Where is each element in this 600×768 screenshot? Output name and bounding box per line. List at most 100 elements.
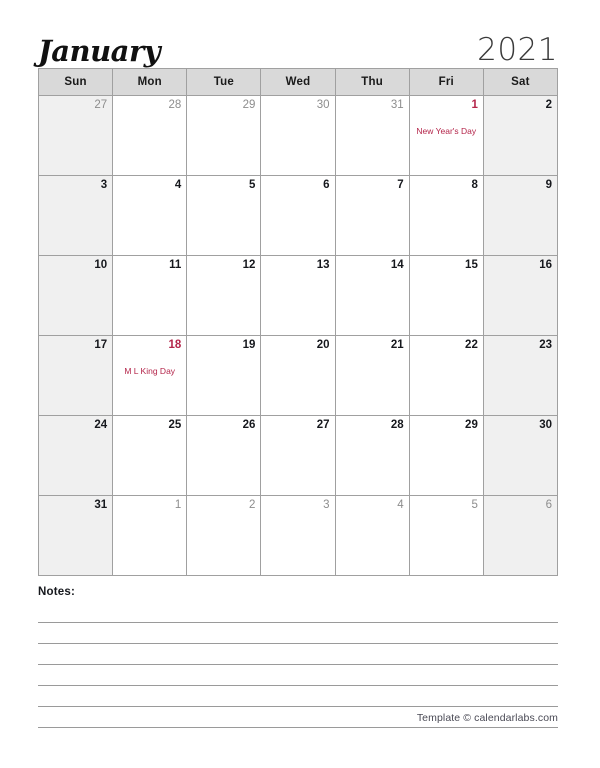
day-number: 15	[465, 259, 478, 271]
day-number: 20	[316, 339, 330, 351]
day-number: 24	[94, 419, 108, 431]
day-number: 19	[242, 339, 256, 351]
weekday-header-sun: Sun	[37, 68, 114, 96]
calendar-day-cell[interactable]: 7	[334, 175, 410, 256]
calendar-day-cell[interactable]: 1	[112, 495, 188, 576]
calendar-day-cell[interactable]: 18 M L King Day	[112, 335, 188, 416]
weekday-header-row: Sun Mon Tue Wed Thu Fri Sat	[37, 68, 559, 96]
day-number: 6	[545, 499, 552, 511]
day-number: 27	[316, 419, 330, 431]
day-number: 9	[545, 179, 552, 191]
day-number: 27	[94, 99, 108, 111]
notes-lines[interactable]	[38, 602, 558, 728]
day-number: 7	[397, 179, 404, 191]
weekday-header-wed: Wed	[260, 68, 336, 96]
month-title: January	[38, 34, 161, 68]
weekday-header-tue: Tue	[186, 68, 262, 96]
calendar-week-row: 10 11 12 13 14 15 16	[37, 255, 559, 336]
calendar-day-cell[interactable]: 17	[37, 335, 114, 416]
calendar-day-cell[interactable]: 19	[186, 335, 262, 416]
day-number: 6	[323, 179, 330, 191]
calendar-day-cell[interactable]: 21	[334, 335, 410, 416]
calendar-day-cell[interactable]: 23	[482, 335, 559, 416]
day-number: 18	[168, 339, 182, 351]
notes-line[interactable]	[38, 665, 558, 686]
notes-line[interactable]	[38, 644, 558, 665]
calendar-week-row: 17 18 M L King Day 19 20 21 22 23	[37, 335, 559, 416]
calendar-day-cell[interactable]: 2	[482, 95, 559, 176]
calendar-week-row: 31 1 2 3 4 5 6	[37, 495, 559, 576]
calendar-day-cell[interactable]: 24	[37, 415, 114, 496]
calendar-day-cell[interactable]: 20	[260, 335, 336, 416]
day-number: 31	[94, 499, 108, 511]
calendar-day-cell[interactable]: 1 New Year's Day	[408, 95, 484, 176]
calendar-day-cell[interactable]: 31	[334, 95, 410, 176]
calendar-day-cell[interactable]: 2	[186, 495, 262, 576]
day-number: 23	[539, 339, 552, 351]
day-number: 5	[471, 499, 478, 511]
footer-credit: Template © calendarlabs.com	[416, 712, 558, 724]
calendar-day-cell[interactable]: 15	[408, 255, 484, 336]
calendar-day-cell[interactable]: 31	[37, 495, 114, 576]
calendar-day-cell[interactable]: 28	[112, 95, 188, 176]
calendar-day-cell[interactable]: 3	[37, 175, 114, 256]
calendar-day-cell[interactable]: 5	[408, 495, 484, 576]
calendar-day-cell[interactable]: 30	[482, 415, 559, 496]
notes-section: Notes:	[38, 586, 558, 728]
calendar-week-row: 24 25 26 27 28 29 30	[37, 415, 559, 496]
day-number: 28	[390, 419, 404, 431]
calendar-day-cell[interactable]: 5	[186, 175, 262, 256]
calendar-day-cell[interactable]: 26	[186, 415, 262, 496]
day-number: 25	[168, 419, 182, 431]
calendar-day-cell[interactable]: 11	[112, 255, 188, 336]
calendar-day-cell[interactable]: 29	[408, 415, 484, 496]
calendar-day-cell[interactable]: 6	[482, 495, 559, 576]
notes-label: Notes:	[38, 586, 75, 598]
day-number: 29	[465, 419, 478, 431]
calendar-day-cell[interactable]: 14	[334, 255, 410, 336]
day-number: 3	[323, 499, 330, 511]
day-number: 12	[242, 259, 256, 271]
calendar-day-cell[interactable]: 4	[112, 175, 188, 256]
calendar-day-cell[interactable]: 30	[260, 95, 336, 176]
day-number: 16	[539, 259, 552, 271]
day-number: 11	[169, 259, 182, 271]
day-number: 22	[465, 339, 478, 351]
calendar-day-cell[interactable]: 22	[408, 335, 484, 416]
calendar-day-cell[interactable]: 12	[186, 255, 262, 336]
day-number: 30	[539, 419, 552, 431]
weekday-header-fri: Fri	[408, 68, 484, 96]
day-number: 4	[397, 499, 404, 511]
notes-line[interactable]	[38, 602, 558, 623]
calendar-day-cell[interactable]: 27	[260, 415, 336, 496]
calendar-grid: Sun Mon Tue Wed Thu Fri Sat 27 28 29 30 31 1 New Yea…	[37, 68, 559, 576]
holiday-event-label: M L King Day	[124, 365, 176, 376]
day-number: 31	[390, 99, 404, 111]
calendar-day-cell[interactable]: 13	[260, 255, 336, 336]
calendar-day-cell[interactable]: 27	[37, 95, 114, 176]
calendar-header: January 2021	[38, 26, 558, 66]
calendar-day-cell[interactable]: 3	[260, 495, 336, 576]
notes-line[interactable]	[38, 686, 558, 707]
calendar-day-cell[interactable]: 10	[37, 255, 114, 336]
weekday-header-mon: Mon	[112, 68, 188, 96]
day-number: 29	[242, 99, 256, 111]
day-number: 30	[316, 99, 330, 111]
calendar-day-cell[interactable]: 4	[334, 495, 410, 576]
calendar-day-cell[interactable]: 16	[482, 255, 559, 336]
day-number: 26	[242, 419, 256, 431]
year-title: 2021	[477, 32, 558, 68]
day-number: 8	[471, 179, 478, 191]
day-number: 13	[316, 259, 330, 271]
day-number: 10	[94, 259, 108, 271]
calendar-day-cell[interactable]: 8	[408, 175, 484, 256]
calendar-day-cell[interactable]: 29	[186, 95, 262, 176]
calendar-day-cell[interactable]: 25	[112, 415, 188, 496]
calendar-day-cell[interactable]: 28	[334, 415, 410, 496]
calendar-day-cell[interactable]: 9	[482, 175, 559, 256]
calendar-page: January 2021 Sun Mon Tue Wed Thu Fri Sat 27 28 2…	[0, 0, 600, 768]
day-number: 14	[390, 259, 404, 271]
notes-line[interactable]	[38, 623, 558, 644]
day-number: 21	[390, 339, 404, 351]
calendar-day-cell[interactable]: 6	[260, 175, 336, 256]
